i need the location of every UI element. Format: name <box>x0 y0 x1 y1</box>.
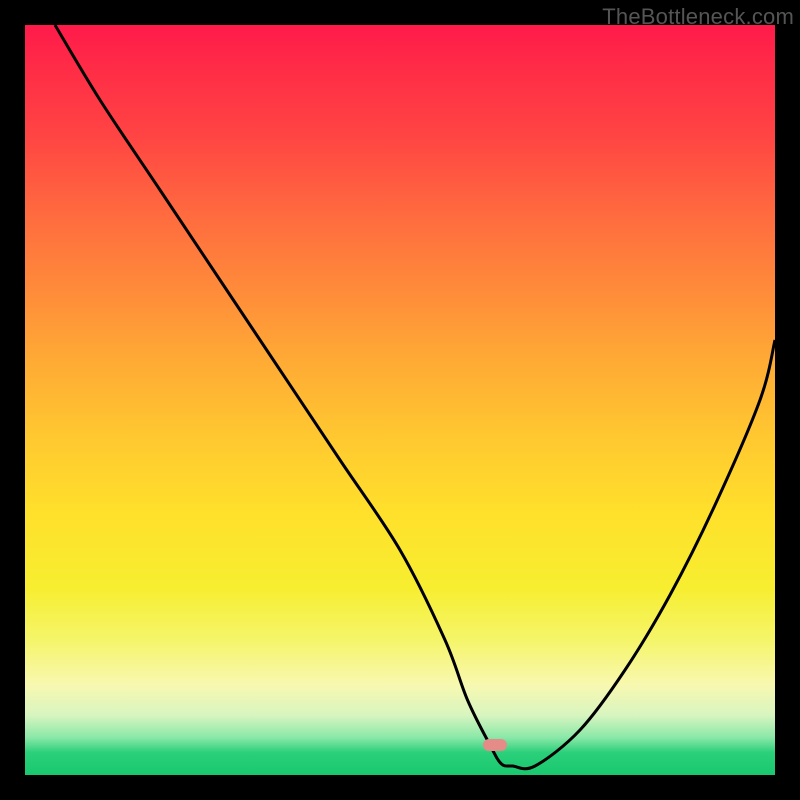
watermark-text: TheBottleneck.com <box>602 4 794 30</box>
outer-frame: TheBottleneck.com <box>0 0 800 800</box>
optimum-marker <box>483 739 507 751</box>
curve-path <box>55 25 775 769</box>
bottleneck-curve <box>25 25 775 775</box>
